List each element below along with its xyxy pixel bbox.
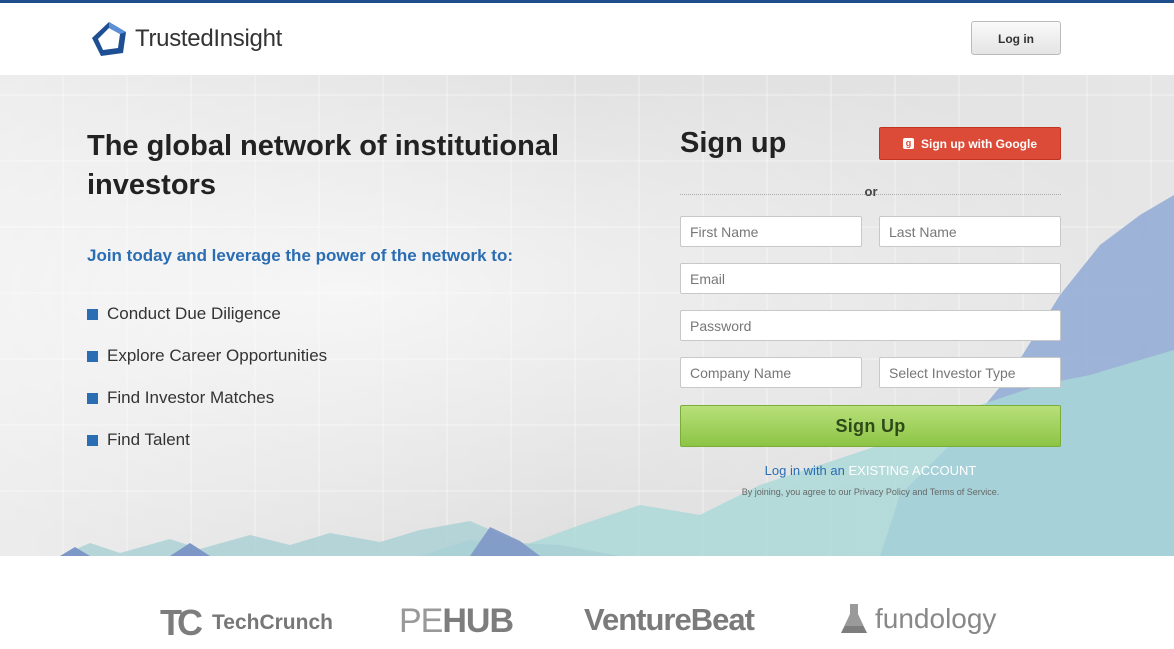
feature-label: Find Talent xyxy=(107,430,190,449)
last-name-field[interactable] xyxy=(879,216,1061,247)
techcrunch-mark-icon: TC xyxy=(160,602,203,643)
techcrunch-wordmark: TechCrunch xyxy=(212,611,333,634)
trustedinsight-logo-icon xyxy=(92,22,126,56)
feature-label: Find Investor Matches xyxy=(107,388,275,407)
square-bullet-icon xyxy=(87,392,98,404)
email-field[interactable] xyxy=(680,263,1061,294)
site-header: TrustedInsight Log in xyxy=(0,3,1174,75)
feature-item: Explore Career Opportunities xyxy=(87,335,327,377)
existing-account-cta[interactable]: EXISTING ACCOUNT xyxy=(848,463,976,478)
hero-headline: The global network of institutional inve… xyxy=(87,130,560,201)
terms-notice: By joining, you agree to our Privacy Pol… xyxy=(741,487,1000,497)
first-name-field[interactable] xyxy=(680,216,862,247)
hero-tagline: Join today and leverage the power of the… xyxy=(87,246,514,265)
fundology-logo: fundology xyxy=(839,602,996,636)
login-button[interactable]: Log in xyxy=(971,21,1061,55)
feature-item: Conduct Due Diligence xyxy=(87,293,327,335)
google-signup-button[interactable]: g Sign up with Google xyxy=(879,127,1061,160)
press-logos: TC TechCrunch PE HUB VentureBeat fundolog… xyxy=(0,556,1174,649)
brand-name: TrustedInsight xyxy=(135,25,282,52)
brand-logo[interactable]: TrustedInsight xyxy=(89,20,282,58)
feature-item: Find Talent xyxy=(87,419,327,461)
flask-icon xyxy=(841,604,867,633)
google-signup-label: Sign up with Google xyxy=(921,136,1037,151)
square-bullet-icon xyxy=(87,350,98,362)
signup-submit-button[interactable]: Sign Up xyxy=(680,405,1061,447)
password-field[interactable] xyxy=(680,310,1061,341)
pehub-pe: PE xyxy=(399,602,443,640)
investor-type-select[interactable]: Select Investor Type xyxy=(879,357,1061,388)
google-plus-icon: g xyxy=(903,138,914,149)
signup-title: Sign up xyxy=(680,127,787,159)
fundology-wordmark: fundology xyxy=(875,603,997,634)
feature-item: Find Investor Matches xyxy=(87,377,327,419)
or-label: or xyxy=(864,184,878,199)
square-bullet-icon xyxy=(87,308,98,320)
feature-label: Conduct Due Diligence xyxy=(107,304,281,323)
feature-label: Explore Career Opportunities xyxy=(107,346,328,365)
pehub-logo: PE HUB xyxy=(399,602,514,641)
company-name-field[interactable] xyxy=(680,357,862,388)
pehub-hub: HUB xyxy=(442,602,514,640)
venturebeat-logo: VentureBeat xyxy=(584,602,755,637)
feature-list: Conduct Due Diligence Explore Career Opp… xyxy=(87,293,327,461)
existing-account-lead[interactable]: Log in with an xyxy=(765,463,849,478)
existing-account-link[interactable]: Log in with an EXISTING ACCOUNT xyxy=(680,463,1061,478)
square-bullet-icon xyxy=(87,434,98,446)
techcrunch-logo: TC TechCrunch xyxy=(160,602,333,644)
hero-section: The global network of institutional inve… xyxy=(0,75,1174,556)
